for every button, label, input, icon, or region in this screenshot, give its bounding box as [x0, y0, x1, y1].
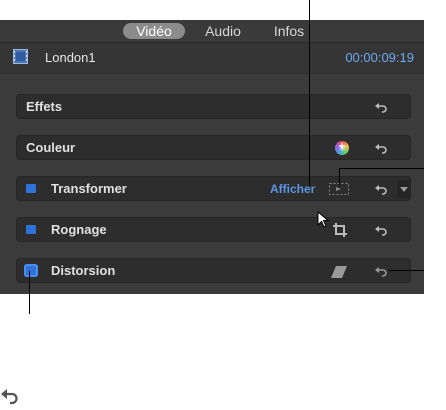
callout-line-onscreen-drop [339, 168, 340, 186]
film-icon [13, 49, 28, 64]
reset-color-icon[interactable] [374, 141, 388, 155]
chevron-down-icon [400, 187, 408, 192]
effects-label: Effets [26, 99, 63, 114]
distort-section[interactable]: Distorsion [16, 258, 411, 283]
inspector-tab-bar: Vidéo Audio Infos [0, 20, 424, 43]
reset-distort-icon[interactable] [374, 264, 388, 278]
tab-video[interactable]: Vidéo [123, 23, 185, 39]
callout-line-tabs [309, 0, 310, 186]
callout-line-checkbox [29, 271, 30, 314]
crop-icon[interactable] [333, 223, 347, 237]
crop-section[interactable]: Rognage [16, 217, 411, 242]
reset-transform-icon[interactable] [374, 182, 388, 196]
video-inspector: Vidéo Audio Infos London1 00:00:09:19 Ef… [0, 20, 424, 294]
mouse-cursor-icon [317, 210, 331, 229]
distort-enable-checkbox[interactable] [26, 266, 36, 275]
distort-label: Distorsion [51, 263, 116, 278]
reset-crop-icon[interactable] [374, 223, 388, 237]
effects-section[interactable]: Effets [16, 94, 411, 119]
transform-options-popup[interactable] [397, 180, 411, 198]
transform-section[interactable]: Transformer Afficher [16, 176, 411, 201]
tab-audio[interactable]: Audio [198, 23, 248, 39]
color-add-glyph: + [338, 139, 346, 153]
distort-icon[interactable] [331, 265, 347, 278]
reset-arrow-icon [0, 387, 20, 405]
reset-effects-icon[interactable] [374, 100, 388, 114]
crop-enable-checkbox[interactable] [26, 225, 36, 234]
callout-line-onscreen [339, 168, 424, 169]
clip-name: London1 [45, 50, 96, 65]
inspector-header: London1 00:00:09:19 [0, 43, 424, 74]
clip-timecode: 00:00:09:19 [345, 50, 414, 65]
tab-info[interactable]: Infos [266, 23, 312, 39]
color-label: Couleur [26, 140, 76, 155]
color-section[interactable]: Couleur + [16, 135, 411, 160]
transform-label: Transformer [51, 181, 127, 196]
crop-label: Rognage [51, 222, 107, 237]
callout-line-reset [389, 270, 424, 271]
transform-enable-checkbox[interactable] [26, 184, 36, 193]
